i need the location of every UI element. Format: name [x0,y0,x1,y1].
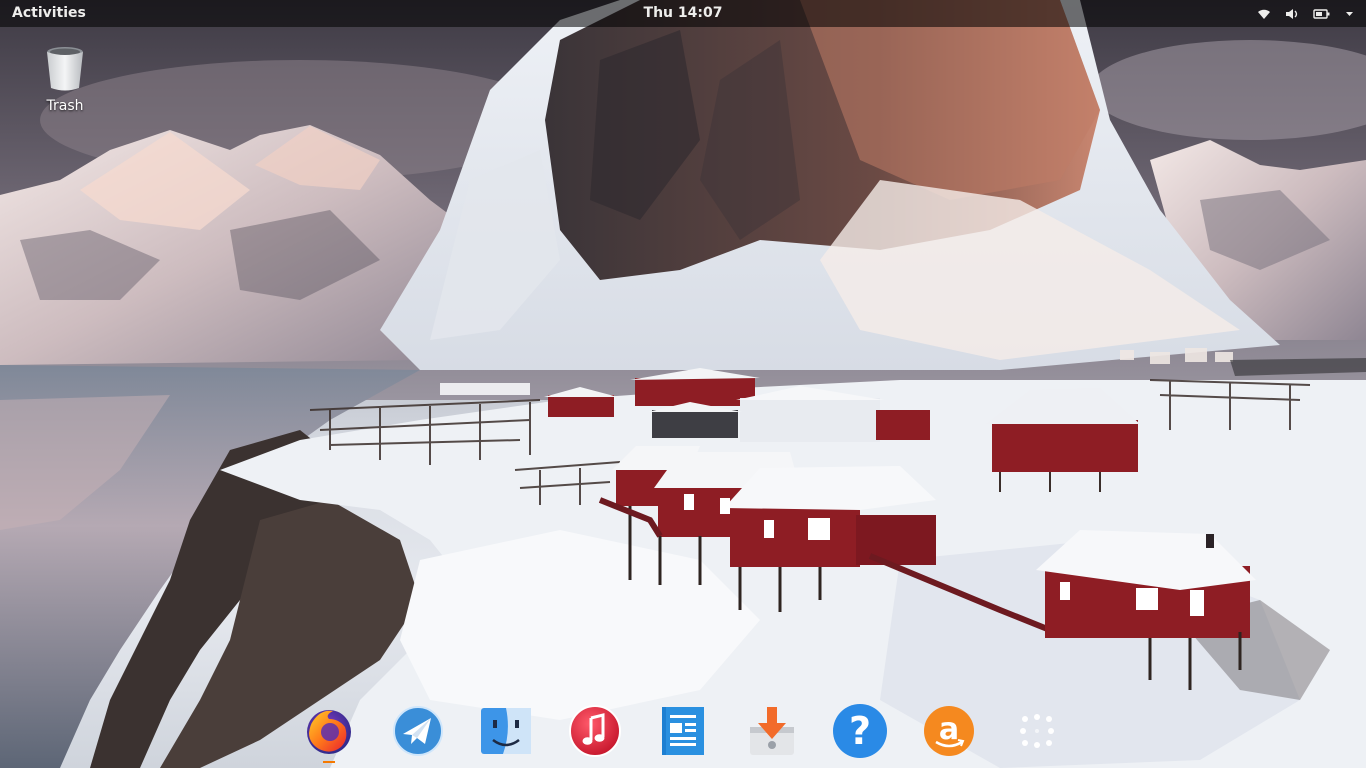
download-icon [749,707,794,755]
system-tray[interactable] [1257,5,1354,22]
chevron-down-icon[interactable] [1345,8,1354,20]
firefox-icon [307,710,351,754]
activities-button[interactable]: Activities [12,5,86,21]
dock-item-mail[interactable] [389,702,447,760]
mail-icon [392,706,443,756]
document-icon [662,707,704,755]
dock-item-help[interactable]: ? [831,702,889,760]
wallpaper [0,0,1366,768]
top-panel: Activities Thu 14:07 [0,0,1366,27]
dock-item-finder[interactable] [477,702,535,760]
finder-icon [481,708,531,754]
amazon-icon: a [923,706,974,756]
battery-icon[interactable] [1313,8,1331,20]
dock-item-downloader[interactable] [743,702,801,760]
clock: Thu 14:07 [0,5,1366,21]
desktop[interactable]: Activities Thu 14:07 Trash ? a [0,0,1366,768]
clock-button[interactable]: Thu 14:07 [644,5,723,21]
volume-icon[interactable] [1285,8,1299,20]
svg-text:?: ? [849,709,871,753]
trash-icon [44,47,86,96]
dock-item-document-viewer[interactable] [654,702,712,760]
dock-item-show-applications[interactable] [1008,702,1066,760]
dock-item-music[interactable] [566,702,624,760]
dock: ? a [300,700,1066,763]
wifi-icon[interactable] [1257,8,1271,20]
help-icon: ? [833,704,887,758]
desktop-icon-trash[interactable]: Trash [30,44,100,114]
music-icon [568,705,621,757]
dock-item-amazon[interactable]: a [920,702,978,760]
dock-item-firefox[interactable] [300,702,358,763]
app-grid-icon [1020,714,1054,748]
running-indicator [323,761,335,763]
svg-text:a: a [938,712,958,747]
desktop-icon-label: Trash [46,98,84,114]
